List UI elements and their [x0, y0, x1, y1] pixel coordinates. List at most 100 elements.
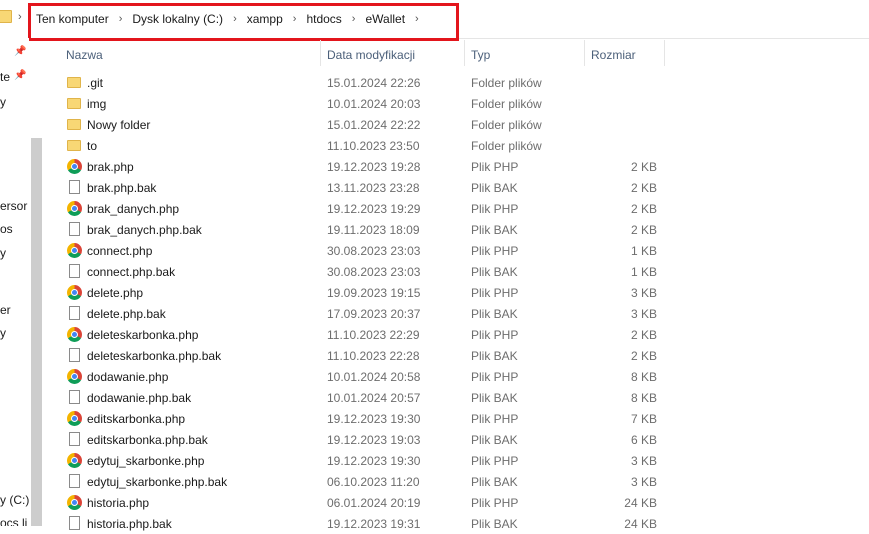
nav-item[interactable]: y: [0, 326, 6, 340]
chrome-icon: [67, 159, 82, 174]
column-divider[interactable]: [584, 40, 585, 66]
file-name: brak_danych.php.bak: [87, 223, 202, 237]
file-row[interactable]: delete.php 19.09.2023 19:15 Plik PHP 3 KB: [46, 282, 666, 303]
file-row[interactable]: Nowy folder 15.01.2024 22:22 Folder plików: [46, 114, 666, 135]
file-row[interactable]: edytuj_skarbonke.php.bak 06.10.2023 11:20…: [46, 471, 666, 492]
nav-item[interactable]: ocs li: [0, 516, 27, 526]
file-row[interactable]: connect.php 30.08.2023 23:03 Plik PHP 1 KB: [46, 240, 666, 261]
file-type: Plik PHP: [471, 286, 519, 300]
file-name: editskarbonka.php: [87, 412, 186, 426]
file-row[interactable]: brak_danych.php 19.12.2023 19:29 Plik PHP 2…: [46, 198, 666, 219]
file-type: Plik BAK: [471, 475, 518, 489]
file-row[interactable]: dodawanie.php.bak 10.01.2024 20:57 Plik BA…: [46, 387, 666, 408]
nav-item[interactable]: y: [0, 95, 6, 109]
file-size: 24 KB: [624, 517, 657, 531]
file-date: 15.01.2024 22:26: [327, 76, 421, 90]
file-type: Plik PHP: [471, 244, 519, 258]
file-type: Plik BAK: [471, 349, 518, 363]
file-name: connect.php: [87, 244, 153, 258]
chevron-right-icon[interactable]: ›: [18, 11, 22, 23]
column-header-size[interactable]: Rozmiar: [591, 48, 636, 62]
file-size: 2 KB: [630, 349, 657, 363]
file-icon: [67, 306, 82, 321]
file-row[interactable]: delete.php.bak 17.09.2023 20:37 Plik BAK 3 …: [46, 303, 666, 324]
file-date: 30.08.2023 23:03: [327, 244, 421, 258]
file-name: .git: [87, 76, 104, 90]
file-row[interactable]: connect.php.bak 30.08.2023 23:03 Plik BAK 1…: [46, 261, 666, 282]
file-row[interactable]: brak.php 19.12.2023 19:28 Plik PHP 2 KB: [46, 156, 666, 177]
chrome-icon: [67, 243, 82, 258]
file-date: 10.01.2024 20:57: [327, 391, 421, 405]
nav-scrollbar[interactable]: [31, 138, 42, 526]
file-type: Folder plików: [471, 139, 542, 153]
file-row[interactable]: editskarbonka.php 19.12.2023 19:30 Plik PH…: [46, 408, 666, 429]
file-date: 11.10.2023 22:29: [327, 328, 420, 342]
folder-icon: [0, 10, 12, 23]
file-row[interactable]: brak_danych.php.bak 19.11.2023 18:09 Plik …: [46, 219, 666, 240]
file-date: 19.12.2023 19:28: [327, 160, 421, 174]
file-size: 3 KB: [630, 286, 657, 300]
pin-icon: 📌: [14, 70, 27, 81]
nav-item[interactable]: ersor: [0, 199, 27, 213]
file-name: dodawanie.php.bak: [87, 391, 192, 405]
file-size: 24 KB: [624, 496, 657, 510]
file-date: 19.12.2023 19:03: [327, 433, 421, 447]
file-name: deleteskarbonka.php.bak: [87, 349, 222, 363]
navigation-pane[interactable]: 📌 te 📌 y ersor os y er y y (C:) ocs li: [0, 38, 29, 526]
file-size: 2 KB: [630, 181, 657, 195]
file-name: brak_danych.php: [87, 202, 180, 216]
column-divider[interactable]: [664, 40, 665, 66]
file-icon: [67, 432, 82, 447]
file-row[interactable]: img 10.01.2024 20:03 Folder plików: [46, 93, 666, 114]
highlight-annotation: [28, 3, 459, 41]
file-name: historia.php.bak: [87, 517, 172, 531]
file-row[interactable]: editskarbonka.php.bak 19.12.2023 19:03 Pli…: [46, 429, 666, 450]
column-header-date[interactable]: Data modyfikacji: [327, 48, 415, 62]
file-row[interactable]: deleteskarbonka.php 11.10.2023 22:29 Plik …: [46, 324, 666, 345]
file-row[interactable]: historia.php.bak 19.12.2023 19:31 Plik BAK…: [46, 513, 666, 534]
nav-item[interactable]: os: [0, 222, 13, 236]
column-header-type[interactable]: Typ: [471, 48, 490, 62]
file-date: 11.10.2023 22:28: [327, 349, 420, 363]
column-headers: Nazwa Data modyfikacji Typ Rozmiar: [46, 40, 869, 68]
file-date: 30.08.2023 23:03: [327, 265, 421, 279]
nav-item[interactable]: y: [0, 246, 6, 260]
nav-item[interactable]: er: [0, 303, 11, 317]
file-size: 1 KB: [630, 265, 657, 279]
chrome-icon: [67, 411, 82, 426]
file-icon: [67, 348, 82, 363]
nav-item-local-disk[interactable]: y (C:): [0, 493, 29, 507]
column-divider[interactable]: [464, 40, 465, 66]
file-type: Plik BAK: [471, 433, 518, 447]
file-row[interactable]: brak.php.bak 13.11.2023 23:28 Plik BAK 2 KB: [46, 177, 666, 198]
file-row[interactable]: .git 15.01.2024 22:26 Folder plików: [46, 72, 666, 93]
file-type: Plik BAK: [471, 517, 518, 531]
file-date: 06.10.2023 11:20: [327, 475, 420, 489]
nav-item[interactable]: te: [0, 70, 10, 84]
file-row[interactable]: to 11.10.2023 23:50 Folder plików: [46, 135, 666, 156]
column-header-name[interactable]: Nazwa: [66, 48, 103, 62]
file-name: edytuj_skarbonke.php.bak: [87, 475, 228, 489]
file-date: 19.11.2023 18:09: [327, 223, 420, 237]
file-name: Nowy folder: [87, 118, 151, 132]
file-row[interactable]: historia.php 06.01.2024 20:19 Plik PHP 24 K…: [46, 492, 666, 513]
file-type: Plik BAK: [471, 307, 518, 321]
file-size: 8 KB: [630, 370, 657, 384]
file-icon: [67, 180, 82, 195]
file-name: edytuj_skarbonke.php: [87, 454, 205, 468]
file-type: Plik PHP: [471, 454, 519, 468]
file-size: 3 KB: [630, 307, 657, 321]
file-type: Folder plików: [471, 118, 542, 132]
file-size: 1 KB: [630, 244, 657, 258]
file-icon: [67, 516, 82, 531]
file-date: 06.01.2024 20:19: [327, 496, 421, 510]
folder-icon: [67, 138, 82, 153]
column-divider[interactable]: [320, 40, 321, 66]
file-size: 2 KB: [630, 223, 657, 237]
file-type: Plik BAK: [471, 223, 518, 237]
file-date: 10.01.2024 20:03: [327, 97, 421, 111]
file-row[interactable]: edytuj_skarbonke.php 19.12.2023 19:30 Plik…: [46, 450, 666, 471]
file-row[interactable]: dodawanie.php 10.01.2024 20:58 Plik PHP 8 K…: [46, 366, 666, 387]
file-icon: [67, 474, 82, 489]
file-row[interactable]: deleteskarbonka.php.bak 11.10.2023 22:28 P…: [46, 345, 666, 366]
